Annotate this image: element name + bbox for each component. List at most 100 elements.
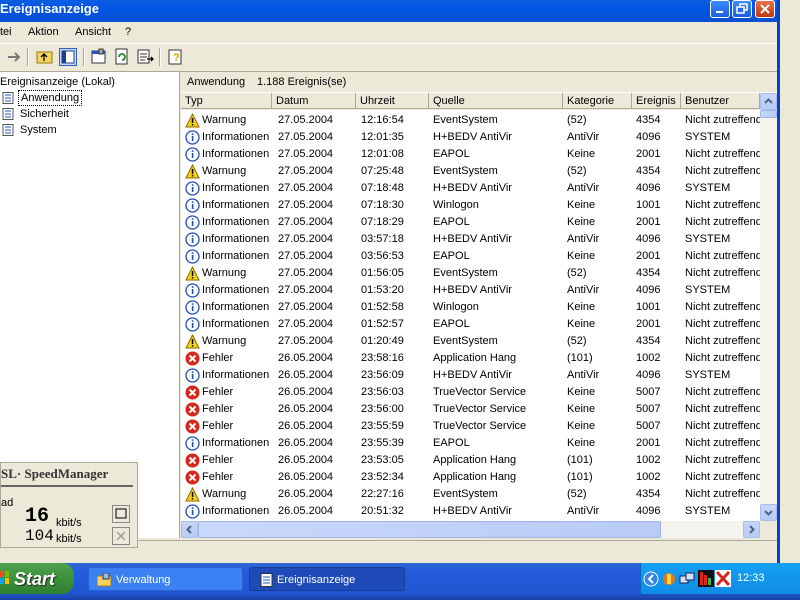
show-hide-tree-icon[interactable]	[59, 48, 77, 66]
speed-side-label: ad	[1, 497, 14, 509]
table-row[interactable]: Informationen 26.05.2004 23:56:09 H+BEDV An…	[181, 367, 760, 384]
cell-zeit: 23:58:16	[361, 352, 404, 364]
table-row[interactable]: Informationen 27.05.2004 12:01:35 H+BEDV An…	[181, 129, 760, 146]
task-verwaltung[interactable]: Verwaltung	[88, 567, 243, 591]
maximize-button[interactable]	[732, 0, 752, 18]
network-icon[interactable]	[679, 571, 695, 587]
scroll-right-button[interactable]	[743, 521, 760, 538]
widget-window-button[interactable]	[112, 505, 130, 523]
cell-zeit: 23:55:39	[361, 437, 404, 449]
cell-benutzer: Nicht zutreffend	[685, 148, 760, 160]
log-icon	[2, 108, 14, 120]
widget-close-button[interactable]	[112, 527, 130, 545]
up-folder-icon[interactable]	[36, 48, 54, 66]
col-ereignis[interactable]: Ereignis	[632, 93, 681, 109]
cell-kat: AntiVir	[567, 182, 600, 194]
cell-typ: Fehler	[202, 420, 234, 432]
zonealarm-icon[interactable]	[698, 570, 714, 587]
scroll-thumb[interactable]	[760, 110, 777, 118]
col-datum[interactable]: Datum	[272, 93, 356, 109]
cell-quelle: EAPOL	[433, 318, 470, 330]
cell-ereignis: 4354	[636, 165, 661, 177]
cell-quelle: EventSystem	[433, 335, 498, 347]
cell-benutzer: Nicht zutreffend	[685, 488, 760, 500]
table-row[interactable]: Fehler 26.05.2004 23:56:03 TrueVector Servi…	[181, 384, 760, 401]
table-row[interactable]: Fehler 26.05.2004 23:53:05 Application Hang…	[181, 452, 760, 469]
table-row[interactable]: Informationen 27.05.2004 12:01:08 EAPOL Kein…	[181, 146, 760, 163]
menu-ansicht[interactable]: Ansicht	[75, 26, 111, 38]
table-row[interactable]: Informationen 27.05.2004 01:52:58 Winlogon K…	[181, 299, 760, 316]
cell-quelle: EAPOL	[433, 148, 470, 160]
information-icon	[185, 147, 200, 162]
table-row[interactable]: Informationen 26.05.2004 20:51:32 H+BEDV An…	[181, 503, 760, 520]
cell-typ: Warnung	[202, 267, 247, 279]
cell-typ: Informationen	[202, 199, 270, 211]
task-ereignisanzeige[interactable]: Ereignisanzeige	[249, 567, 405, 591]
minimize-button[interactable]	[710, 0, 730, 18]
table-row[interactable]: Informationen 27.05.2004 01:52:57 EAPOL Kein…	[181, 316, 760, 333]
menu-help[interactable]: ?	[125, 26, 131, 38]
scroll-up-button[interactable]	[760, 93, 777, 110]
refresh-icon[interactable]	[113, 48, 131, 66]
cell-datum: 27.05.2004	[278, 284, 334, 296]
table-row[interactable]: Informationen 27.05.2004 07:18:29 EAPOL Kein…	[181, 214, 760, 231]
table-row[interactable]: Informationen 27.05.2004 03:57:18 H+BEDV An…	[181, 231, 760, 248]
scroll-down-button[interactable]	[760, 504, 777, 521]
col-benutzer[interactable]: Benutzer	[681, 93, 760, 109]
col-uhrzeit[interactable]: Uhrzeit	[356, 93, 429, 109]
speed-manager-widget[interactable]: SL· SpeedManager ad 16 kbit/s 104 kbit/s	[0, 462, 138, 548]
speed-manager-title: SL· SpeedManager	[1, 466, 109, 481]
cell-benutzer: Nicht zutreffend	[685, 318, 760, 330]
forward-arrow-icon[interactable]	[6, 48, 24, 66]
cell-quelle: Winlogon	[433, 199, 479, 211]
folder-tools-icon	[97, 573, 112, 587]
table-row[interactable]: Fehler 26.05.2004 23:52:34 Application Hang…	[181, 469, 760, 486]
cell-datum: 26.05.2004	[278, 454, 334, 466]
properties-icon[interactable]	[90, 48, 108, 66]
horizontal-scrollbar[interactable]	[181, 521, 760, 538]
title-bar[interactable]: Ereignisanzeige	[0, 0, 780, 22]
tray-app-icon[interactable]	[661, 571, 677, 587]
cell-benutzer: Nicht zutreffend	[685, 267, 760, 279]
menu-aktion[interactable]: Aktion	[28, 26, 59, 38]
tray-expand-icon[interactable]	[643, 571, 659, 587]
information-icon	[185, 249, 200, 264]
table-row[interactable]: Informationen 26.05.2004 23:55:39 EAPOL Kein…	[181, 435, 760, 452]
table-row[interactable]: Fehler 26.05.2004 23:56:00 TrueVector Servi…	[181, 401, 760, 418]
close-button[interactable]	[755, 0, 775, 18]
col-typ[interactable]: Typ	[181, 93, 272, 109]
table-row[interactable]: Warnung 27.05.2004 01:20:49 EventSystem (52)…	[181, 333, 760, 350]
table-row[interactable]: Informationen 27.05.2004 01:53:20 H+BEDV An…	[181, 282, 760, 299]
error-icon	[185, 402, 200, 417]
table-row[interactable]: Warnung 27.05.2004 07:25:48 EventSystem (52)…	[181, 163, 760, 180]
table-row[interactable]: Warnung 27.05.2004 01:56:05 EventSystem (52)…	[181, 265, 760, 282]
cell-zeit: 23:56:09	[361, 369, 404, 381]
table-row[interactable]: Informationen 27.05.2004 07:18:30 Winlogon K…	[181, 197, 760, 214]
cell-kat: Keine	[567, 437, 596, 449]
horizontal-scroll-thumb[interactable]	[198, 521, 661, 538]
warning-icon	[185, 164, 200, 179]
window-title: Ereignisanzeige	[0, 1, 99, 16]
cell-benutzer: SYSTEM	[685, 233, 731, 245]
cell-ereignis: 4096	[636, 505, 661, 517]
vertical-scrollbar[interactable]	[760, 93, 777, 521]
cell-kat: Keine	[567, 403, 596, 415]
col-quelle[interactable]: Quelle	[429, 93, 563, 109]
col-kategorie[interactable]: Kategorie	[563, 93, 632, 109]
table-row[interactable]: Fehler 26.05.2004 23:58:16 Application Hang…	[181, 350, 760, 367]
menu-datei[interactable]: tei	[0, 26, 12, 38]
cell-kat: AntiVir	[567, 369, 600, 381]
cell-datum: 26.05.2004	[278, 403, 334, 415]
cell-zeit: 01:52:58	[361, 301, 404, 313]
antivir-icon[interactable]	[715, 570, 731, 587]
table-row[interactable]: Warnung 27.05.2004 12:16:54 EventSystem (52)…	[181, 112, 760, 129]
table-row[interactable]: Fehler 26.05.2004 23:55:59 TrueVector Servi…	[181, 418, 760, 435]
help-icon[interactable]: ?	[167, 48, 185, 66]
table-row[interactable]: Informationen 27.05.2004 03:56:53 EAPOL Kein…	[181, 248, 760, 265]
scroll-left-button[interactable]	[181, 521, 198, 538]
table-row[interactable]: Informationen 27.05.2004 07:18:48 H+BEDV An…	[181, 180, 760, 197]
export-list-icon[interactable]	[136, 48, 154, 66]
information-icon	[185, 283, 200, 298]
list-header-strip: Anwendung 1.188 Ereignis(se)	[181, 72, 777, 93]
table-row[interactable]: Warnung 26.05.2004 22:27:16 EventSystem (52)…	[181, 486, 760, 503]
